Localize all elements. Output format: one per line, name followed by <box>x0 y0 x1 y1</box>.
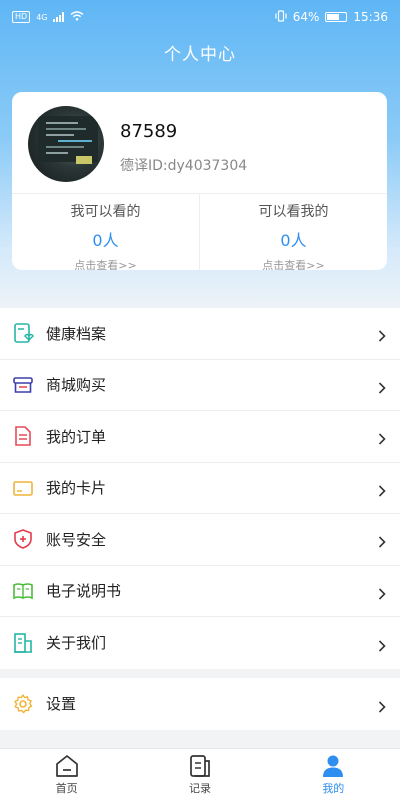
order-icon <box>12 425 34 447</box>
stat-count: 0人 <box>92 231 119 250</box>
profile-card: 87589 德译ID:dy4037304 我可以看的 0人 点击查看>> 可以看… <box>12 92 387 270</box>
record-icon <box>187 753 213 779</box>
menu-item-health-record[interactable]: 健康档案 <box>0 308 400 360</box>
gear-icon <box>12 693 34 715</box>
battery-icon <box>325 12 348 22</box>
battery-percent: 64% <box>292 10 320 24</box>
vibrate-icon <box>275 9 287 25</box>
menu-item-e-manual[interactable]: 电子说明书 <box>0 566 400 617</box>
chevron-right-icon <box>376 482 388 497</box>
menu-label: 关于我们 <box>46 634 107 653</box>
stat-label: 可以看我的 <box>258 204 329 220</box>
manual-icon <box>12 580 34 602</box>
view-link[interactable]: 点击查看>> <box>12 257 199 270</box>
menu-label: 电子说明书 <box>46 582 122 601</box>
tab-label: 首页 <box>55 782 78 795</box>
shield-icon <box>12 528 34 550</box>
chevron-right-icon <box>376 698 388 713</box>
clock: 15:36 <box>353 10 388 24</box>
settings-group: 设置 <box>0 678 400 730</box>
view-link[interactable]: 点击查看>> <box>200 257 387 270</box>
health-record-icon <box>12 322 34 344</box>
chevron-right-icon <box>376 430 388 445</box>
building-icon <box>12 632 34 654</box>
tab-records[interactable]: 记录 <box>133 749 266 800</box>
menu-label: 我的卡片 <box>46 479 107 498</box>
page-title: 个人中心 <box>164 45 236 65</box>
i-can-view-stat[interactable]: 我可以看的 0人 点击查看>> <box>12 193 199 270</box>
chevron-right-icon <box>376 327 388 342</box>
menu-item-account-security[interactable]: 账号安全 <box>0 514 400 566</box>
menu-item-my-cards[interactable]: 我的卡片 <box>0 463 400 514</box>
chevron-right-icon <box>376 379 388 394</box>
menu-label: 账号安全 <box>46 530 107 549</box>
menu-list: 健康档案 商城购买 我的订单 我的卡片 账号安全 电子说明书 关于我们 <box>0 308 400 669</box>
profile-icon <box>320 753 346 779</box>
tab-label: 记录 <box>188 782 211 795</box>
tab-profile[interactable]: 我的 <box>267 749 400 800</box>
wifi-icon <box>70 10 84 24</box>
menu-item-store[interactable]: 商城购买 <box>0 360 400 411</box>
store-icon <box>12 374 34 396</box>
chevron-right-icon <box>376 585 388 600</box>
menu-label: 商城购买 <box>46 376 107 395</box>
hd-badge: HD <box>12 11 31 23</box>
home-icon <box>54 753 80 779</box>
tab-home[interactable]: 首页 <box>0 749 133 800</box>
can-view-me-stat[interactable]: 可以看我的 0人 点击查看>> <box>200 193 387 270</box>
chevron-right-icon <box>376 533 388 548</box>
status-bar: HD 4G 64% 15:36 <box>0 0 400 34</box>
user-id: 德译ID:dy4037304 <box>120 158 248 174</box>
menu-item-settings[interactable]: 设置 <box>0 678 400 730</box>
card-icon <box>12 477 34 499</box>
stat-count: 0人 <box>280 231 307 250</box>
chevron-right-icon <box>376 637 388 652</box>
menu-item-my-orders[interactable]: 我的订单 <box>0 411 400 463</box>
signal-icon <box>53 12 65 22</box>
menu-label: 健康档案 <box>46 324 107 343</box>
network-type: 4G <box>36 12 48 22</box>
avatar[interactable] <box>28 106 104 182</box>
username: 87589 <box>120 121 178 142</box>
menu-item-about-us[interactable]: 关于我们 <box>0 617 400 669</box>
bottom-tab-bar: 首页 记录 我的 <box>0 748 400 800</box>
menu-label: 设置 <box>46 695 77 714</box>
stat-label: 我可以看的 <box>70 204 141 220</box>
menu-label: 我的订单 <box>46 427 107 446</box>
tab-label: 我的 <box>322 782 345 795</box>
